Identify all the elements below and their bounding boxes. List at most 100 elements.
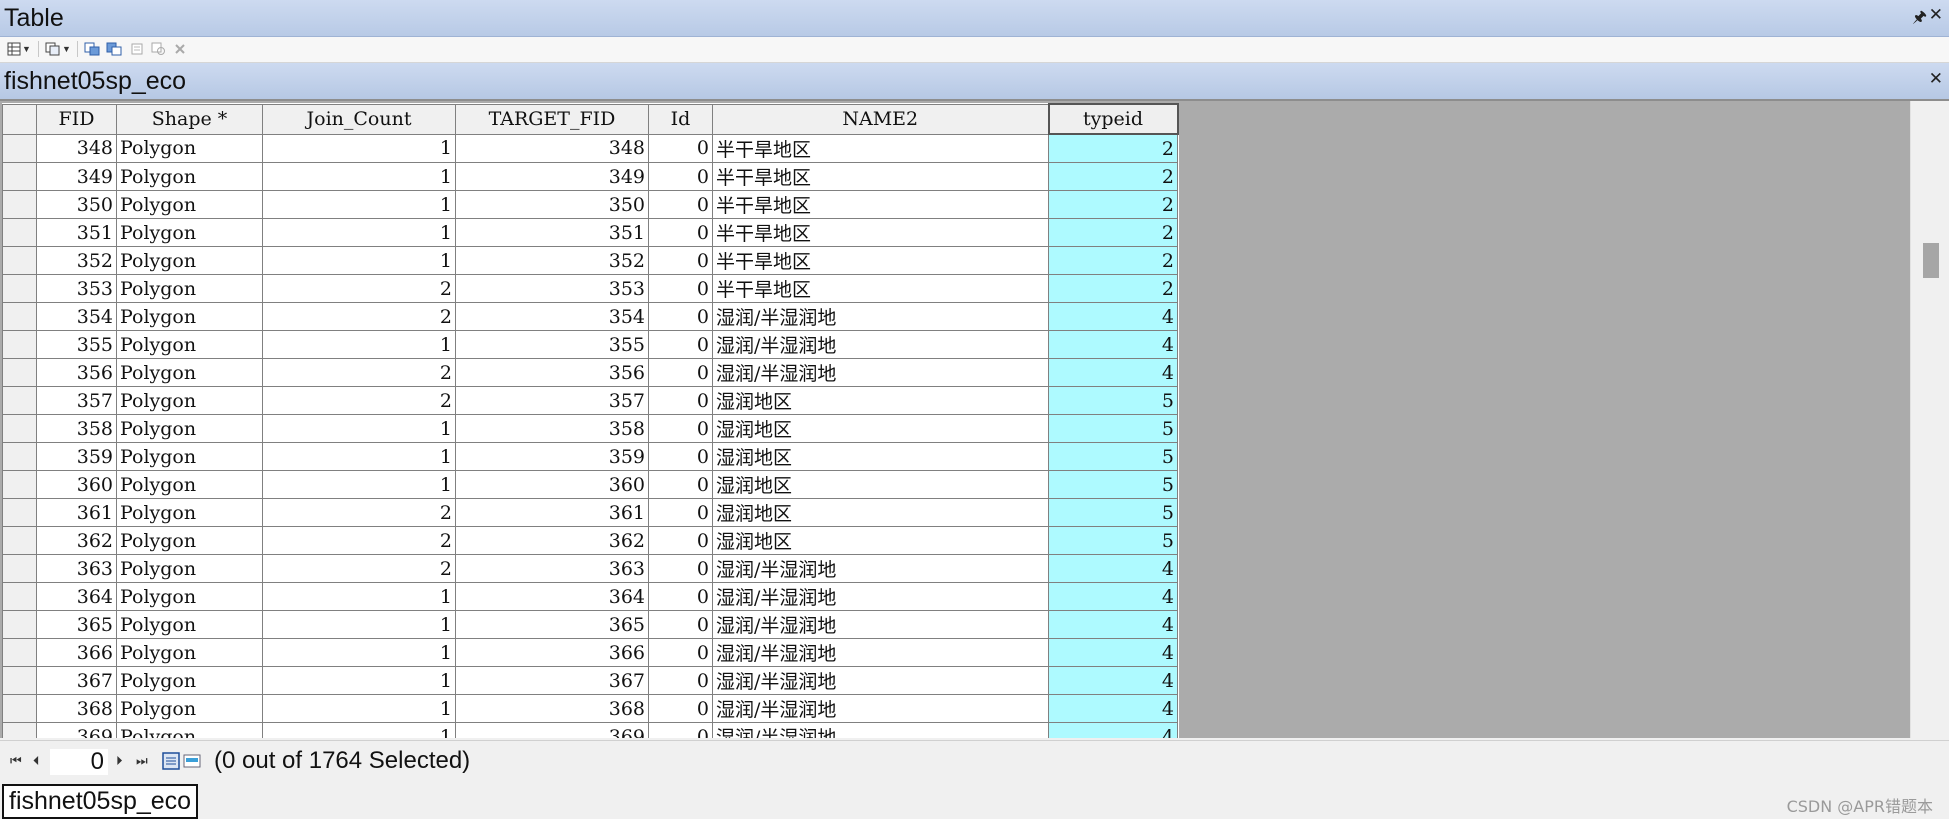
cell-name2[interactable]: 湿润地区 [712, 386, 1049, 415]
cell-typeid[interactable]: 4 [1048, 302, 1178, 331]
cell-typeid[interactable]: 4 [1048, 694, 1178, 723]
row-selector[interactable] [2, 274, 37, 303]
cell-name2[interactable]: 半干旱地区 [712, 218, 1049, 247]
cell-join-count[interactable]: 1 [262, 190, 456, 219]
cell-target-fid[interactable]: 365 [455, 610, 649, 639]
cell-shape[interactable]: Polygon [116, 302, 263, 331]
cell-typeid[interactable]: 4 [1048, 638, 1178, 667]
cell-fid[interactable]: 361 [36, 498, 117, 527]
cell-shape[interactable]: Polygon [116, 498, 263, 527]
cell-id[interactable]: 0 [648, 582, 713, 611]
cell-typeid[interactable]: 2 [1048, 133, 1178, 163]
cell-id[interactable]: 0 [648, 722, 713, 738]
close-icon[interactable]: ✕ [1929, 5, 1943, 25]
table-row[interactable]: 353 Polygon 2 353 0 半干旱地区 2 [2, 274, 1178, 303]
cell-join-count[interactable]: 1 [262, 610, 456, 639]
table-row[interactable]: 355 Polygon 1 355 0 湿润/半湿润地 4 [2, 330, 1178, 359]
cell-shape[interactable]: Polygon [116, 133, 263, 163]
cell-id[interactable]: 0 [648, 694, 713, 723]
cell-name2[interactable]: 湿润/半湿润地 [712, 554, 1049, 583]
cell-target-fid[interactable]: 354 [455, 302, 649, 331]
cell-target-fid[interactable]: 357 [455, 386, 649, 415]
cell-fid[interactable]: 358 [36, 414, 117, 443]
table-row[interactable]: 365 Polygon 1 365 0 湿润/半湿润地 4 [2, 610, 1178, 639]
cell-join-count[interactable]: 2 [262, 498, 456, 527]
cell-target-fid[interactable]: 350 [455, 190, 649, 219]
cell-name2[interactable]: 湿润/半湿润地 [712, 694, 1049, 723]
cell-join-count[interactable]: 1 [262, 162, 456, 191]
cell-fid[interactable]: 360 [36, 470, 117, 499]
cell-shape[interactable]: Polygon [116, 246, 263, 275]
cell-join-count[interactable]: 1 [262, 666, 456, 695]
cell-name2[interactable]: 湿润地区 [712, 526, 1049, 555]
cell-id[interactable]: 0 [648, 526, 713, 555]
cell-typeid[interactable]: 4 [1048, 358, 1178, 387]
column-header-name2[interactable]: NAME2 [712, 103, 1049, 135]
cell-target-fid[interactable]: 359 [455, 442, 649, 471]
cell-name2[interactable]: 半干旱地区 [712, 246, 1049, 275]
cell-shape[interactable]: Polygon [116, 274, 263, 303]
cell-shape[interactable]: Polygon [116, 694, 263, 723]
cell-shape[interactable]: Polygon [116, 442, 263, 471]
cell-join-count[interactable]: 1 [262, 694, 456, 723]
row-selector[interactable] [2, 666, 37, 695]
cell-join-count[interactable]: 1 [262, 638, 456, 667]
cell-join-count[interactable]: 1 [262, 722, 456, 738]
cell-name2[interactable]: 湿润/半湿润地 [712, 638, 1049, 667]
cell-typeid[interactable]: 5 [1048, 526, 1178, 555]
cell-shape[interactable]: Polygon [116, 554, 263, 583]
cell-fid[interactable]: 356 [36, 358, 117, 387]
table-row[interactable]: 350 Polygon 1 350 0 半干旱地区 2 [2, 190, 1178, 219]
attribute-grid[interactable]: FID Shape * Join_Count TARGET_FID Id NAM… [0, 101, 1910, 738]
cell-name2[interactable]: 半干旱地区 [712, 133, 1049, 163]
cell-name2[interactable]: 湿润/半湿润地 [712, 302, 1049, 331]
cell-id[interactable]: 0 [648, 218, 713, 247]
cell-shape[interactable]: Polygon [116, 218, 263, 247]
table-row[interactable]: 349 Polygon 1 349 0 半干旱地区 2 [2, 162, 1178, 191]
cell-id[interactable]: 0 [648, 162, 713, 191]
table-row[interactable]: 348 Polygon 1 348 0 半干旱地区 2 [2, 133, 1178, 163]
table-row[interactable]: 369 Polygon 1 369 0 湿润/半湿润地 4 [2, 722, 1178, 738]
cell-id[interactable]: 0 [648, 638, 713, 667]
table-options-button[interactable]: ▼ [7, 41, 31, 57]
row-selector[interactable] [2, 722, 37, 738]
cell-target-fid[interactable]: 362 [455, 526, 649, 555]
show-selected-records-icon[interactable] [183, 752, 201, 770]
cell-name2[interactable]: 湿润地区 [712, 442, 1049, 471]
cell-typeid[interactable]: 5 [1048, 414, 1178, 443]
cell-shape[interactable]: Polygon [116, 162, 263, 191]
row-selector[interactable] [2, 526, 37, 555]
pin-icon[interactable]: 🖈 [1912, 6, 1927, 33]
row-selector[interactable] [2, 414, 37, 443]
cell-fid[interactable]: 351 [36, 218, 117, 247]
cell-typeid[interactable]: 5 [1048, 442, 1178, 471]
cell-name2[interactable]: 湿润/半湿润地 [712, 358, 1049, 387]
row-selector[interactable] [2, 218, 37, 247]
last-record-icon[interactable]: ⏭ [136, 753, 148, 769]
cell-typeid[interactable]: 4 [1048, 610, 1178, 639]
cell-target-fid[interactable]: 369 [455, 722, 649, 738]
row-selector-header[interactable] [2, 103, 37, 135]
cell-target-fid[interactable]: 361 [455, 498, 649, 527]
cell-id[interactable]: 0 [648, 246, 713, 275]
cell-target-fid[interactable]: 363 [455, 554, 649, 583]
cell-typeid[interactable]: 2 [1048, 246, 1178, 275]
cell-shape[interactable]: Polygon [116, 330, 263, 359]
cell-shape[interactable]: Polygon [116, 666, 263, 695]
cell-name2[interactable]: 湿润地区 [712, 414, 1049, 443]
column-header-fid[interactable]: FID [36, 103, 117, 135]
cell-target-fid[interactable]: 364 [455, 582, 649, 611]
cell-shape[interactable]: Polygon [116, 386, 263, 415]
cell-id[interactable]: 0 [648, 666, 713, 695]
cell-fid[interactable]: 349 [36, 162, 117, 191]
cell-fid[interactable]: 359 [36, 442, 117, 471]
cell-id[interactable]: 0 [648, 470, 713, 499]
cell-typeid[interactable]: 5 [1048, 470, 1178, 499]
prev-record-icon[interactable]: ⏴ [33, 753, 40, 769]
table-tab-header[interactable]: fishnet05sp_eco ✕ [0, 63, 1949, 101]
cell-join-count[interactable]: 1 [262, 582, 456, 611]
cell-fid[interactable]: 348 [36, 133, 117, 163]
cell-id[interactable]: 0 [648, 610, 713, 639]
cell-shape[interactable]: Polygon [116, 414, 263, 443]
cell-name2[interactable]: 半干旱地区 [712, 274, 1049, 303]
